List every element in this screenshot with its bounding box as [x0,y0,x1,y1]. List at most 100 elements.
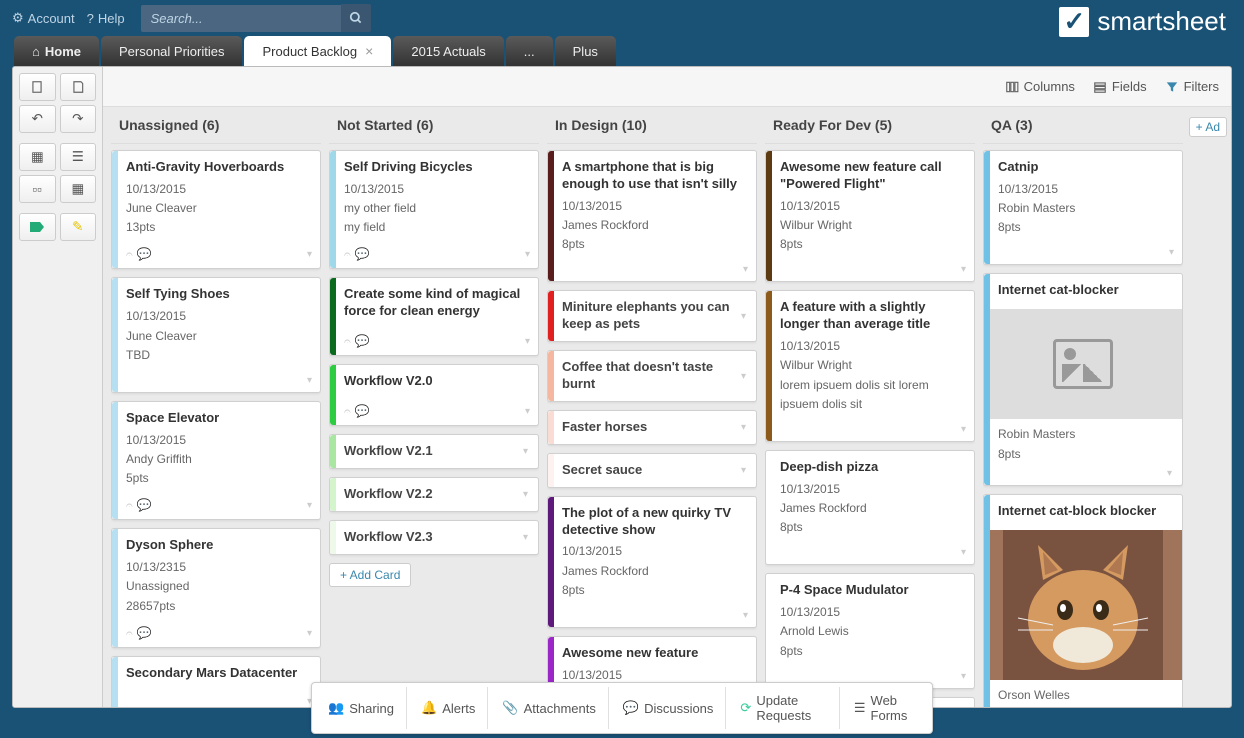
save-button[interactable] [60,73,97,101]
card[interactable]: The plot of a new quirky TV detective sh… [547,496,757,628]
chevron-down-icon[interactable]: ▾ [523,489,528,500]
comment-icon[interactable]: 💬 [355,404,370,419]
column-body[interactable]: A smartphone that is big enough to use t… [547,144,757,707]
comment-icon[interactable]: 💬 [137,247,152,262]
card[interactable]: Anti-Gravity Hoverboards10/13/2015June C… [111,150,321,269]
calendar-view-button[interactable]: ▦ [60,175,97,203]
gantt-view-button[interactable]: ☰ [60,143,97,171]
card[interactable]: Secret sauce▾ [547,453,757,488]
chevron-down-icon[interactable]: ▾ [525,249,530,260]
comment-icon[interactable]: 💬 [355,247,370,262]
chevron-down-icon[interactable]: ▾ [743,264,748,275]
card[interactable]: Deep-dish pizza10/13/2015James Rockford8… [765,450,975,565]
chevron-down-icon[interactable]: ▾ [307,375,312,386]
card[interactable]: P-4 Space Mudulator10/13/2015Arnold Lewi… [765,573,975,688]
card[interactable]: Coffee that doesn't taste burnt▾ [547,350,757,402]
chevron-down-icon[interactable]: ▾ [523,446,528,457]
file-button[interactable] [19,73,56,101]
highlight-button[interactable]: ✎ [60,213,97,241]
chevron-down-icon[interactable]: ▾ [1167,468,1172,479]
card[interactable]: Create some kind of magical force for cl… [329,277,539,356]
chevron-down-icon[interactable]: ▾ [523,532,528,543]
attachment-icon[interactable]: 𝄐 [126,626,133,641]
webforms-button[interactable]: ☰Web Forms [842,687,928,729]
card[interactable]: Self Driving Bicycles10/13/2015my other … [329,150,539,269]
card[interactable]: Workflow V2.2▾ [329,477,539,512]
column-header[interactable]: Ready For Dev (5) [765,107,975,144]
alerts-button[interactable]: 🔔Alerts [409,687,488,729]
chevron-down-icon[interactable]: ▾ [961,264,966,275]
column-body[interactable]: Anti-Gravity Hoverboards10/13/2015June C… [111,144,321,707]
fields-toggle[interactable]: Fields [1093,79,1147,94]
card[interactable]: Secondary Mars Datacenter▾ [111,656,321,707]
card[interactable]: Awesome new feature call "Powered Flight… [765,150,975,282]
attachment-icon[interactable]: 𝄐 [344,404,351,419]
card[interactable]: A feature with a slightly longer than av… [765,290,975,442]
column-body[interactable]: Awesome new feature call "Powered Flight… [765,144,975,707]
chevron-down-icon[interactable]: ▾ [741,465,746,476]
account-link[interactable]: ⚙ Account [12,10,75,26]
column-header[interactable]: Not Started (6) [329,107,539,144]
tab-home[interactable]: ⌂ Home [14,36,99,66]
card[interactable]: Space Elevator10/13/2015Andy Griffith5pt… [111,401,321,520]
close-icon[interactable]: × [365,43,373,59]
card[interactable]: Internet cat-blockerRobin Masters8pts▾ [983,273,1183,485]
tab-personal-priorities[interactable]: Personal Priorities [101,36,243,66]
redo-button[interactable]: ↷ [60,105,97,133]
update-requests-button[interactable]: ⟳Update Requests [728,687,839,729]
columns-toggle[interactable]: Columns [1005,79,1075,94]
grid-view-button[interactable]: ▦ [19,143,56,171]
card[interactable]: A smartphone that is big enough to use t… [547,150,757,282]
chevron-down-icon[interactable]: ▾ [307,500,312,511]
attachment-icon[interactable]: 𝄐 [126,247,133,262]
attachments-button[interactable]: 📎Attachments [490,687,608,729]
card[interactable]: Dyson Sphere10/13/2315Unassigned28657pts… [111,528,321,647]
chevron-down-icon[interactable]: ▾ [307,628,312,639]
tab-2015-actuals[interactable]: 2015 Actuals [393,36,503,66]
search-button[interactable] [341,4,371,32]
chevron-down-icon[interactable]: ▾ [1169,247,1174,258]
filters-toggle[interactable]: Filters [1165,79,1219,94]
card[interactable]: Catnip10/13/2015Robin Masters8pts▾ [983,150,1183,265]
discussions-button[interactable]: 💬Discussions [611,687,727,729]
card-view-button[interactable]: ▫▫ [19,175,56,203]
card[interactable]: Workflow V2.3▾ [329,520,539,555]
comment-icon[interactable]: 💬 [137,626,152,641]
search-input[interactable] [141,5,341,32]
attachment-icon[interactable]: 𝄐 [344,334,351,349]
chevron-down-icon[interactable]: ▾ [741,371,746,382]
tab-product-backlog[interactable]: Product Backlog × [244,36,391,66]
column-body[interactable]: Self Driving Bicycles10/13/2015my other … [329,144,539,707]
column-header[interactable]: Unassigned (6) [111,107,321,144]
card[interactable]: Workflow V2.0𝄐💬▾ [329,364,539,426]
add-column-button[interactable]: + Ad [1189,117,1227,137]
tab-plus[interactable]: Plus [555,36,616,66]
card[interactable]: Workflow V2.1▾ [329,434,539,469]
attachment-icon[interactable]: 𝄐 [344,247,351,262]
column-body[interactable]: Catnip10/13/2015Robin Masters8pts▾Intern… [983,144,1183,707]
chevron-down-icon[interactable]: ▾ [961,424,966,435]
card[interactable]: Miniture elephants you can keep as pets▾ [547,290,757,342]
chevron-down-icon[interactable]: ▾ [525,336,530,347]
chevron-down-icon[interactable]: ▾ [741,311,746,322]
card[interactable]: Internet cat-block blockerOrson Welles8p… [983,494,1183,707]
column-header[interactable]: QA (3) [983,107,1183,144]
chevron-down-icon[interactable]: ▾ [961,547,966,558]
chevron-down-icon[interactable]: ▾ [743,610,748,621]
attachment-icon[interactable]: 𝄐 [126,498,133,513]
tab-more[interactable]: ... [506,36,553,66]
chevron-down-icon[interactable]: ▾ [525,406,530,417]
chevron-down-icon[interactable]: ▾ [741,422,746,433]
comment-icon[interactable]: 💬 [137,498,152,513]
columns-container[interactable]: Unassigned (6) Anti-Gravity Hoverboards10… [103,107,1231,707]
chevron-down-icon[interactable]: ▾ [307,249,312,260]
add-card-button[interactable]: + Add Card [329,563,411,587]
undo-button[interactable]: ↶ [19,105,56,133]
card[interactable]: Self Tying Shoes10/13/2015June CleaverTB… [111,277,321,392]
help-link[interactable]: ? Help [87,11,125,26]
column-header[interactable]: In Design (10) [547,107,757,144]
sharing-button[interactable]: 👥Sharing [316,687,407,729]
tags-button[interactable] [19,213,56,241]
chevron-down-icon[interactable]: ▾ [961,671,966,682]
comment-icon[interactable]: 💬 [355,334,370,349]
